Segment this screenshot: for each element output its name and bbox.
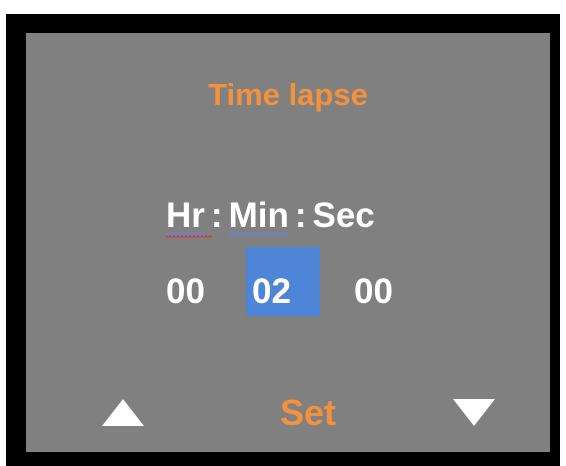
set-button[interactable]: Set [280,392,336,434]
seconds-value[interactable]: 00 [354,272,393,312]
screen-title: Time lapse [208,77,368,112]
minutes-value-selected[interactable]: 02 [246,247,320,316]
unit-separator: : [210,196,223,235]
unit-separator: : [294,196,307,235]
minutes-unit-label: Min [228,196,290,235]
hours-unit-label: Hr [166,196,212,239]
time-units-header: Hr: Min: Sec [166,196,375,239]
hours-value[interactable]: 00 [166,272,205,312]
up-triangle-icon[interactable] [102,399,144,426]
time-lapse-screen: Time lapse Hr: Min: Sec 00 02 00 Set [26,33,550,452]
down-triangle-icon[interactable] [453,399,495,426]
seconds-unit-label: Sec [312,196,375,235]
